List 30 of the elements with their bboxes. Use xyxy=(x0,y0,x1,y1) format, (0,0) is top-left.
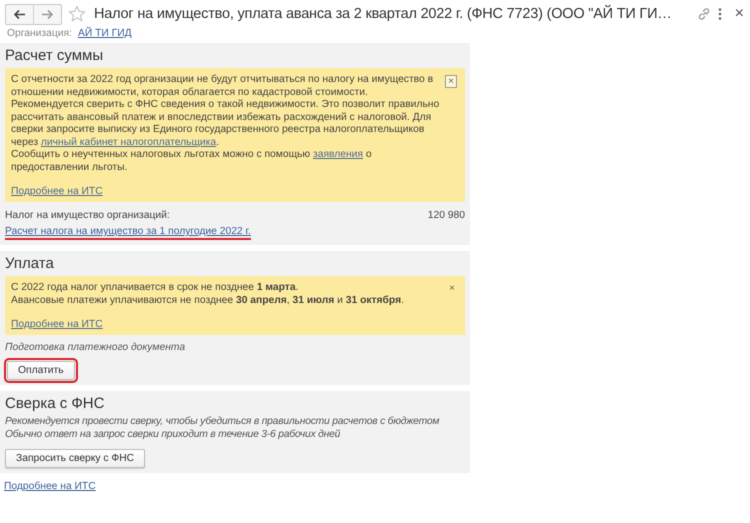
close-button[interactable]: × xyxy=(445,75,457,88)
section-title: Сверка с ФНС xyxy=(5,394,106,413)
notice-text: Рекомендуется сверить с ФНС сведения о такой недвижимости. Это позволит правильно рассчитать авансовый платеж и впоследствии избежать расхождений с налоговой. Для сверки запросите выписку из Единого государственного реестра налогоплательщиков через личный кабинет налогоплательщика. xyxy=(11,99,440,149)
hint-text: Обычно ответ на запрос сверки приходит в течение 3-6 рабочих дней xyxy=(5,428,342,441)
request-button[interactable]: Запросить сверку с ФНС xyxy=(5,449,146,468)
field-label: Налог на имущество организаций: xyxy=(5,210,170,221)
link[interactable]: заявления xyxy=(313,149,364,160)
link[interactable]: личный кабинет налогоплательщика xyxy=(40,136,216,148)
section-title: Уплата xyxy=(5,254,55,273)
calculation-link[interactable]: Расчет налога на имущество за 1 полугодие 2022 г. xyxy=(5,226,251,240)
close-button[interactable]: × xyxy=(734,5,744,23)
notice-text: Сообщить о неучтенных налоговых льготах можно с помощью заявления о предоставлении льготы. xyxy=(11,149,373,174)
close-button[interactable]: × xyxy=(447,283,457,294)
hint-text: Рекомендуется провести сверку, чтобы убедиться в правильности расчетов с бюджетом xyxy=(5,416,440,428)
field-label: Организация: xyxy=(7,28,72,39)
amount-value: 120 980 xyxy=(428,210,465,221)
more-info-link[interactable]: Подробнее на ИТС xyxy=(11,319,103,330)
more-info-link[interactable]: Подробнее на ИТС xyxy=(11,186,103,197)
organization-link[interactable]: АЙ ТИ ГИД xyxy=(78,28,132,39)
star-icon[interactable] xyxy=(68,5,86,23)
notice-text: С 2022 года налог уплачивается в срок не позднее 1 марта. xyxy=(11,282,300,294)
more-icon[interactable] xyxy=(716,7,723,21)
notice-text: С отчетности за 2022 год организации не будут отчитываться по налогу на имущество в отношении недвижимости, которая облагается по кадастровой стоимости. xyxy=(11,74,434,99)
more-info-link[interactable]: Подробнее на ИТС xyxy=(4,481,96,492)
caption-text: Подготовка платежного документа xyxy=(5,342,186,353)
notice-text: Авансовые платежи уплачиваются не позднее 30 апреля, 31 июля и 31 октября. xyxy=(11,294,405,307)
link-icon[interactable] xyxy=(696,7,711,21)
pay-button[interactable]: Оплатить xyxy=(7,361,75,380)
section-title: Расчет суммы xyxy=(5,46,104,65)
window-title: Налог на имущество, уплата аванса за 2 квартал 2022 г. (ФНС 7723) (ООО "АЙ ТИ ГИ… xyxy=(94,6,673,22)
